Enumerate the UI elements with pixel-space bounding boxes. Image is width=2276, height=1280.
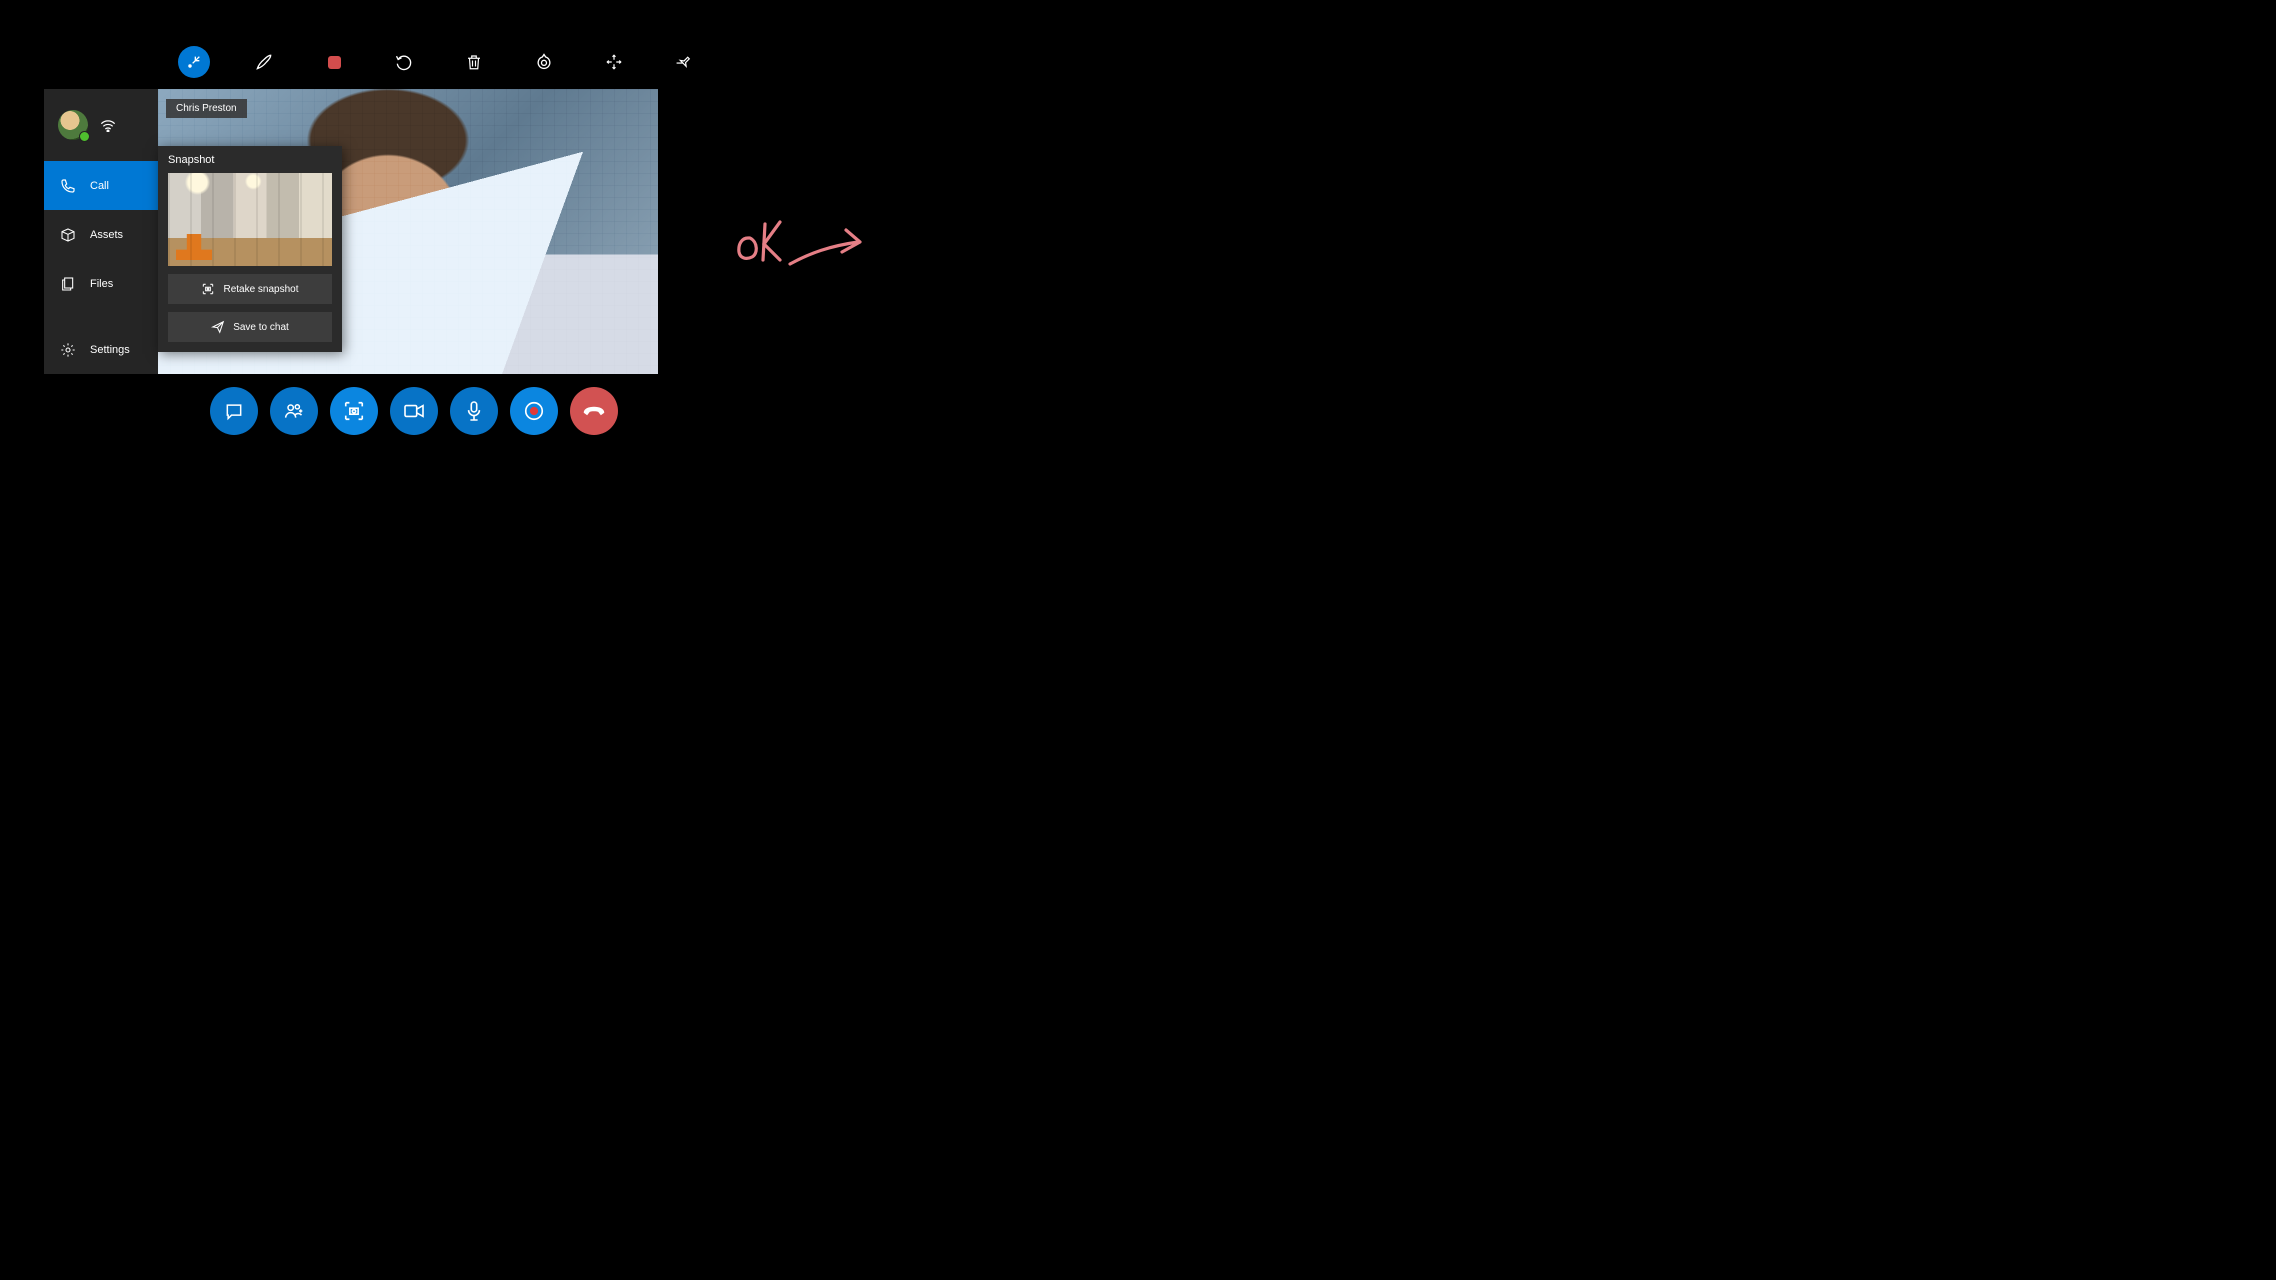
mic-icon xyxy=(465,400,483,422)
sidebar-item-settings[interactable]: Settings xyxy=(44,325,158,374)
undo-icon xyxy=(394,52,414,72)
arrows-in-icon xyxy=(186,54,202,70)
sidebar-item-assets[interactable]: Assets xyxy=(44,210,158,259)
people-add-icon xyxy=(283,401,305,421)
chat-icon xyxy=(224,401,244,421)
snapshot-preview[interactable] xyxy=(168,173,332,266)
pen-button[interactable] xyxy=(248,46,280,78)
pin-button[interactable] xyxy=(668,46,700,78)
expand-icon xyxy=(605,53,623,71)
collapse-button[interactable] xyxy=(178,46,210,78)
retake-snapshot-button[interactable]: Retake snapshot xyxy=(168,274,332,304)
add-people-button[interactable] xyxy=(270,387,318,435)
caller-name-chip: Chris Preston xyxy=(166,99,247,118)
wifi-icon xyxy=(100,118,116,132)
send-icon xyxy=(211,320,225,334)
sidebar-item-label: Assets xyxy=(90,229,123,241)
sidebar-item-files[interactable]: Files xyxy=(44,259,158,308)
retake-label: Retake snapshot xyxy=(223,284,298,295)
undo-button[interactable] xyxy=(388,46,420,78)
hangup-icon xyxy=(582,403,606,419)
trash-icon xyxy=(465,52,483,72)
snapshot-button[interactable] xyxy=(330,387,378,435)
gear-icon xyxy=(59,342,77,358)
delete-button[interactable] xyxy=(458,46,490,78)
snapshot-title: Snapshot xyxy=(168,146,332,173)
record-icon xyxy=(523,400,545,422)
handwritten-annotation xyxy=(730,208,880,278)
sidebar: Call Assets Files xyxy=(44,89,158,374)
video-icon xyxy=(403,402,425,420)
video-area: Chris Preston Snapshot Retake snapshot S… xyxy=(158,89,658,374)
sidebar-item-call[interactable]: Call xyxy=(44,161,158,210)
pin-icon xyxy=(674,53,694,71)
profile-row xyxy=(44,89,158,161)
camera-retake-icon xyxy=(201,282,215,296)
call-controls xyxy=(210,387,618,435)
stop-icon xyxy=(328,56,341,69)
hangup-button[interactable] xyxy=(570,387,618,435)
target-icon xyxy=(534,52,554,72)
avatar[interactable] xyxy=(58,110,88,140)
box-icon xyxy=(59,227,77,243)
save-to-chat-button[interactable]: Save to chat xyxy=(168,312,332,342)
snapshot-popover: Snapshot Retake snapshot Save to chat xyxy=(158,146,342,352)
mic-button[interactable] xyxy=(450,387,498,435)
caller-name: Chris Preston xyxy=(176,103,237,114)
video-button[interactable] xyxy=(390,387,438,435)
pen-icon xyxy=(254,52,274,72)
presence-badge xyxy=(79,131,90,142)
target-button[interactable] xyxy=(528,46,560,78)
remote-assist-window: Call Assets Files xyxy=(44,89,658,374)
sidebar-item-label: Files xyxy=(90,278,113,290)
annotation-toolbar xyxy=(178,46,700,78)
record-button[interactable] xyxy=(510,387,558,435)
camera-frame-icon xyxy=(343,400,365,422)
stop-button[interactable] xyxy=(318,46,350,78)
chat-button[interactable] xyxy=(210,387,258,435)
sidebar-item-label: Call xyxy=(90,180,109,192)
phone-icon xyxy=(59,178,77,194)
save-label: Save to chat xyxy=(233,322,289,333)
sidebar-item-label: Settings xyxy=(90,344,130,356)
files-icon xyxy=(59,276,77,292)
fullscreen-button[interactable] xyxy=(598,46,630,78)
